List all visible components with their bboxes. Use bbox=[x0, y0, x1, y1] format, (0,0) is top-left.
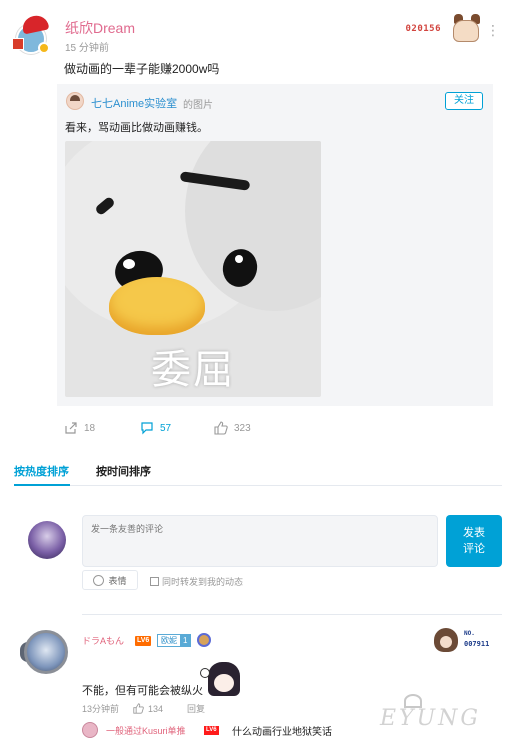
reply-author-avatar[interactable] bbox=[82, 722, 98, 738]
comment-text: 不能，但有可能会被纵火 bbox=[82, 685, 203, 697]
share-count: 18 bbox=[84, 422, 96, 434]
repost-card[interactable]: 七七Anime实验室 的图片 关注 看来，骂动画比做动画赚钱。 委屈 bbox=[57, 84, 493, 406]
active-tab-indicator bbox=[14, 484, 70, 486]
sort-tabs: 按热度排序 按时间排序 bbox=[14, 458, 502, 486]
plush-beak bbox=[109, 277, 205, 335]
tab-sort-time[interactable]: 按时间排序 bbox=[96, 463, 151, 479]
verified-badge-icon bbox=[38, 42, 50, 54]
watermark-text: EYUNG bbox=[380, 706, 481, 731]
comment-input[interactable] bbox=[82, 515, 438, 567]
submit-comment-button[interactable]: 发表 评论 bbox=[446, 515, 502, 567]
medal-level: 1 bbox=[180, 635, 191, 646]
like-icon bbox=[214, 421, 228, 435]
mascot-body bbox=[453, 20, 479, 42]
comment-time: 13分钟前 bbox=[82, 704, 120, 714]
gift-icon bbox=[12, 38, 24, 50]
fan-badge-label: NO. bbox=[464, 630, 475, 637]
fan-medal[interactable]: 欧妮 1 bbox=[157, 634, 192, 647]
post-author-name[interactable]: 纸欣Dream bbox=[65, 18, 135, 38]
divider bbox=[82, 614, 502, 615]
reply-button[interactable]: 回复 bbox=[187, 702, 205, 715]
share-icon bbox=[65, 422, 77, 434]
reply-author-name[interactable]: 一般通过Kusuri单推 bbox=[106, 724, 186, 737]
current-user-avatar bbox=[28, 521, 66, 559]
repost-source-suffix: 的图片 bbox=[183, 100, 213, 111]
comment-icon bbox=[141, 422, 153, 435]
comment-meta: 13分钟前 134 回复 bbox=[82, 702, 205, 715]
eye-highlight bbox=[123, 259, 135, 269]
sticker-face bbox=[214, 674, 234, 692]
eye-highlight bbox=[235, 255, 243, 263]
reply-text: 什么动画行业地狱笑话 bbox=[232, 727, 332, 738]
fan-number-badge: 020156 bbox=[405, 24, 441, 34]
level-badge: LV6 bbox=[135, 636, 152, 646]
smile-icon bbox=[93, 574, 105, 586]
fan-badge-number: 007911 bbox=[464, 640, 490, 648]
emoji-button[interactable]: 表情 bbox=[82, 570, 138, 590]
reply-level-badge: LV6 bbox=[204, 726, 219, 735]
like-icon bbox=[133, 703, 144, 714]
follow-button[interactable]: 关注 bbox=[445, 92, 483, 110]
comment-button[interactable]: 57 bbox=[140, 418, 171, 438]
comment-fan-badge: NO. 007911 bbox=[434, 628, 504, 654]
comment-sticker bbox=[200, 662, 244, 698]
repost-text: 看来，骂动画比做动画赚钱。 bbox=[65, 122, 208, 134]
comment-count: 57 bbox=[160, 422, 172, 434]
like-button[interactable]: 323 bbox=[214, 418, 251, 438]
comment-author-name[interactable]: ドラAもん bbox=[82, 634, 124, 647]
checkbox-box[interactable] bbox=[150, 577, 159, 586]
post-header: 纸欣Dream 15 分钟前 020156 ⋮ bbox=[12, 10, 500, 56]
santa-hat-icon bbox=[20, 13, 50, 35]
comment-like-count: 134 bbox=[148, 703, 164, 714]
medal-icon bbox=[197, 633, 211, 647]
avatar-frame bbox=[24, 630, 68, 674]
repost-checkbox-label: 同时转发到我的动态 bbox=[162, 577, 244, 587]
emoji-label: 表情 bbox=[108, 575, 127, 586]
post-time: 15 分钟前 bbox=[65, 43, 109, 54]
medal-name: 欧妮 bbox=[158, 635, 180, 646]
post-text: 做动画的一辈子能赚2000w吗 bbox=[64, 62, 220, 76]
fan-mascot-icon bbox=[451, 14, 485, 42]
post-actions: 18 57 323 bbox=[64, 418, 484, 438]
post-author-avatar[interactable] bbox=[12, 13, 52, 54]
share-button[interactable]: 18 bbox=[64, 418, 95, 438]
fan-badge-character-icon bbox=[434, 628, 458, 652]
more-icon[interactable]: ⋮ bbox=[486, 22, 500, 39]
repost-to-dynamic-checkbox[interactable]: 同时转发到我的动态 bbox=[150, 575, 243, 588]
repost-image[interactable]: 委屈 bbox=[65, 141, 321, 397]
watermark: EYUNG bbox=[380, 694, 504, 734]
comment-like-button[interactable]: 134 bbox=[133, 703, 163, 714]
repost-source-name[interactable]: 七七Anime实验室 bbox=[91, 95, 177, 111]
tab-sort-hot[interactable]: 按热度排序 bbox=[14, 463, 69, 479]
image-caption: 委屈 bbox=[151, 347, 235, 393]
comment-author-avatar[interactable] bbox=[20, 628, 70, 676]
like-count: 323 bbox=[234, 422, 251, 434]
repost-source-avatar[interactable] bbox=[66, 92, 84, 110]
sticker-bubble bbox=[200, 668, 210, 678]
